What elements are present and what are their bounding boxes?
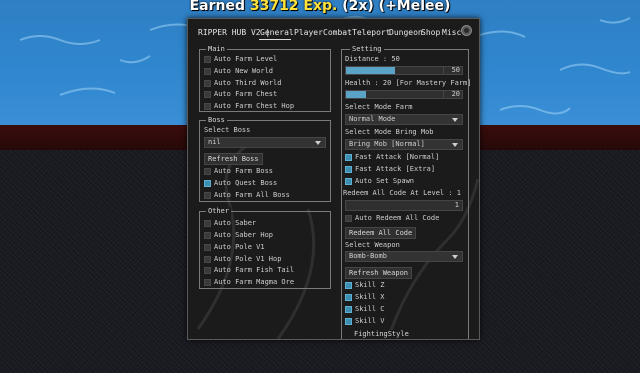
checkbox-checked[interactable] <box>345 153 352 161</box>
distance-value: 50 <box>443 66 463 75</box>
select-mode-bring-mob-dropdown[interactable]: Bring Mob [Normal] <box>345 139 463 150</box>
checkbox[interactable] <box>204 231 211 239</box>
earned-suffix: (2x) (+Melee) <box>337 0 451 14</box>
health-slider[interactable] <box>345 90 445 99</box>
setting-group: Setting Distance : 50 50 Health : 20 [Fo… <box>341 45 472 339</box>
toggle-auto-saber-hop[interactable]: Auto Saber Hop <box>204 230 273 241</box>
active-tab-indicator <box>259 39 291 40</box>
tab-combat[interactable]: Combat <box>323 28 352 37</box>
redeem-all-code-button[interactable]: Redeem All Code <box>345 227 417 239</box>
checkbox[interactable] <box>204 278 211 286</box>
select-mode-farm-dropdown[interactable]: Normal Mode <box>345 114 463 125</box>
refresh-weapon-button[interactable]: Refresh Weapon <box>345 267 413 279</box>
toggle-auto-quest-boss[interactable]: Auto Quest Boss <box>204 178 277 189</box>
toggle-auto-set-spawn[interactable]: Auto Set Spawn <box>345 176 414 187</box>
toggle-skill-z[interactable]: Skill Z <box>345 280 385 291</box>
distance-slider[interactable] <box>345 66 445 75</box>
health-value: 20 <box>443 90 463 99</box>
checkbox[interactable] <box>204 243 211 251</box>
boss-group: Boss Select Boss nil Refresh Boss Auto F… <box>199 116 331 202</box>
checkbox[interactable] <box>204 55 211 63</box>
checkbox-checked[interactable] <box>345 165 352 173</box>
checkbox[interactable] <box>204 102 211 110</box>
chevron-down-icon <box>452 118 458 122</box>
main-group: Main Auto Farm Level Auto New World Auto… <box>199 45 331 112</box>
fighting-style-group-title: FightingStyle <box>352 330 411 339</box>
toggle-auto-new-world[interactable]: Auto New World <box>204 66 273 77</box>
checkbox[interactable] <box>204 266 211 274</box>
distance-slider-fill <box>346 67 395 74</box>
redeem-level-label: Redeem All Code At Level : 1 <box>343 189 462 197</box>
other-group-title: Other <box>206 207 232 216</box>
select-weapon-dropdown[interactable]: Bomb-Bomb <box>345 251 463 262</box>
toggle-auto-redeem-all-code[interactable]: Auto Redeem All Code <box>345 213 439 224</box>
toggle-auto-farm-chest-hop[interactable]: Auto Farm Chest Hop <box>204 101 294 112</box>
tab-general[interactable]: General <box>260 28 294 37</box>
select-boss-dropdown[interactable]: nil <box>204 137 326 148</box>
tab-misc[interactable]: Misc <box>442 28 461 37</box>
main-group-title: Main <box>206 45 227 54</box>
other-group: Other Auto Saber Auto Saber Hop Auto Pol… <box>199 207 331 289</box>
toggle-auto-farm-boss[interactable]: Auto Farm Boss <box>204 166 273 177</box>
chevron-down-icon <box>452 255 458 259</box>
chevron-down-icon <box>315 141 321 145</box>
checkbox-checked[interactable] <box>345 177 352 185</box>
toggle-auto-farm-magma-ore[interactable]: Auto Farm Magma Ore <box>204 277 294 288</box>
checkbox[interactable] <box>345 214 352 222</box>
ripper-hub-window[interactable]: RIPPER HUB V2 | General Player Combat Te… <box>187 18 480 340</box>
toggle-skill-c[interactable]: Skill C <box>345 304 385 315</box>
earned-exp-value: 33712 Exp. <box>249 0 338 14</box>
tab-shop[interactable]: Shop <box>421 28 440 37</box>
toggle-auto-farm-all-boss[interactable]: Auto Farm All Boss <box>204 190 290 201</box>
checkbox-checked[interactable] <box>345 317 352 325</box>
checkbox[interactable] <box>204 255 211 263</box>
checkbox[interactable] <box>204 90 211 98</box>
checkbox-checked[interactable] <box>204 179 211 187</box>
toggle-fast-attack-extra[interactable]: Fast Attack [Extra] <box>345 164 435 175</box>
tab-dungeon[interactable]: Dungeon <box>389 28 423 37</box>
toggle-fast-attack-normal[interactable]: Fast Attack [Normal] <box>345 152 439 163</box>
settings-gear-icon[interactable] <box>461 25 472 36</box>
checkbox[interactable] <box>204 219 211 227</box>
select-weapon-label: Select Weapon <box>345 241 400 249</box>
toggle-auto-third-world[interactable]: Auto Third World <box>204 78 281 89</box>
toggle-skill-x[interactable]: Skill X <box>345 292 385 303</box>
checkbox-checked[interactable] <box>345 305 352 313</box>
select-mode-bring-mob-label: Select Mode Bring Mob <box>345 128 434 136</box>
toggle-auto-pole-v1[interactable]: Auto Pole V1 <box>204 242 265 253</box>
toggle-auto-farm-level[interactable]: Auto Farm Level <box>204 54 277 65</box>
refresh-boss-button[interactable]: Refresh Boss <box>204 153 263 165</box>
distance-label: Distance : 50 <box>345 55 400 63</box>
toggle-auto-farm-fish-tail[interactable]: Auto Farm Fish Tail <box>204 265 294 276</box>
tab-bar: RIPPER HUB V2 | General Player Combat Te… <box>188 19 479 41</box>
health-label: Health : 20 [For Mastery Farm] <box>345 79 472 87</box>
checkbox[interactable] <box>204 167 211 175</box>
redeem-level-input[interactable]: 1 <box>345 200 463 211</box>
checkbox-checked[interactable] <box>345 281 352 289</box>
tab-teleport[interactable]: Teleport <box>352 28 391 37</box>
chevron-down-icon <box>452 143 458 147</box>
tab-player[interactable]: Player <box>294 28 323 37</box>
toggle-skill-v[interactable]: Skill V <box>345 316 385 327</box>
earned-prefix: Earned <box>189 0 250 14</box>
earned-exp-notification: Earned 33712 Exp. (2x) (+Melee) <box>0 0 640 14</box>
checkbox-checked[interactable] <box>345 293 352 301</box>
setting-group-title: Setting <box>350 45 384 54</box>
health-slider-fill <box>346 91 366 98</box>
toggle-auto-pole-v1-hop[interactable]: Auto Pole V1 Hop <box>204 254 281 265</box>
boss-group-title: Boss <box>206 116 227 125</box>
checkbox[interactable] <box>204 79 211 87</box>
toggle-auto-farm-chest[interactable]: Auto Farm Chest <box>204 89 277 100</box>
checkbox[interactable] <box>204 67 211 75</box>
select-mode-farm-label: Select Mode Farm <box>345 103 413 111</box>
toggle-auto-saber[interactable]: Auto Saber <box>204 218 256 229</box>
game-viewport: Earned 33712 Exp. (2x) (+Melee) RIPPER H… <box>0 0 640 373</box>
select-boss-label: Select Boss <box>204 126 251 134</box>
checkbox[interactable] <box>204 191 211 199</box>
